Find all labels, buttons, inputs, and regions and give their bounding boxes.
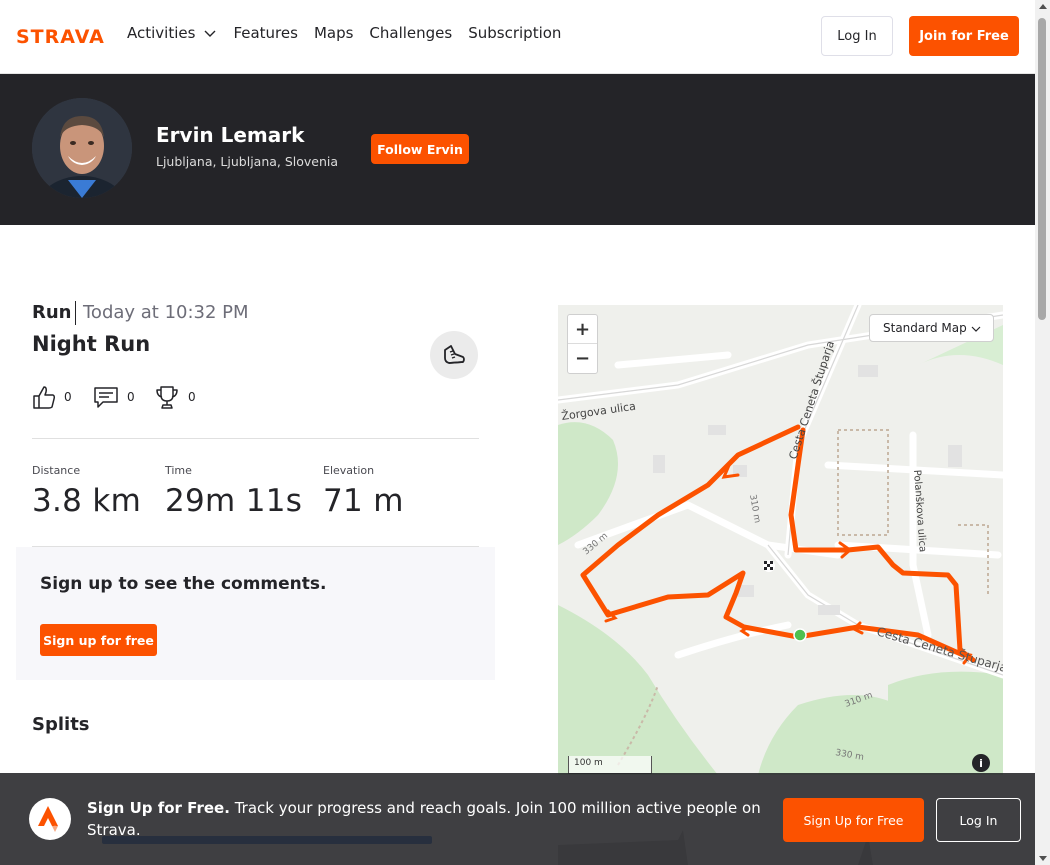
top-navigation: STRAVA Activities Features Maps Challeng… bbox=[0, 0, 1035, 74]
signup-banner: Sign Up for Free. Track your progress an… bbox=[0, 773, 1035, 865]
stat-value: 71 m bbox=[323, 483, 404, 519]
nav-features[interactable]: Features bbox=[233, 24, 298, 42]
banner-login-button[interactable]: Log In bbox=[936, 798, 1021, 842]
trophy-icon bbox=[156, 386, 178, 409]
svg-text:Žorgova ulica: Žorgova ulica bbox=[561, 400, 637, 423]
map-scale: 100 m bbox=[568, 756, 652, 774]
stat-value: 3.8 km bbox=[32, 483, 142, 519]
nav-activities-label: Activities bbox=[127, 24, 196, 42]
strava-app-icon bbox=[29, 798, 71, 840]
comments-button[interactable]: 0 bbox=[93, 384, 135, 410]
kudos-button[interactable]: 0 bbox=[32, 384, 72, 410]
svg-text:310 m: 310 m bbox=[747, 494, 762, 524]
comment-icon bbox=[94, 387, 118, 408]
comments-signup-title: Sign up to see the comments. bbox=[40, 574, 327, 594]
achievements-count: 0 bbox=[188, 390, 196, 404]
kudos-count: 0 bbox=[64, 390, 72, 404]
stat-value: 29m 11s bbox=[165, 483, 303, 519]
svg-text:Cesta Ceneta Štuparja: Cesta Ceneta Štuparja bbox=[786, 339, 837, 461]
divider bbox=[32, 438, 479, 439]
chevron-down-icon bbox=[971, 326, 981, 332]
divider bbox=[75, 301, 76, 325]
nav-activities[interactable]: Activities bbox=[127, 24, 217, 42]
athlete-location: Ljubljana, Ljubljana, Slovenia bbox=[156, 154, 339, 169]
nav-features-label: Features bbox=[233, 24, 298, 42]
svg-text:STRAVA: STRAVA bbox=[16, 26, 105, 46]
svg-text:Cesta Ceneta Štuparja: Cesta Ceneta Štuparja bbox=[875, 623, 1003, 675]
map-canvas: Cesta Ceneta Štuparja Žorgova ulica Pola… bbox=[558, 305, 1003, 775]
map-type-select[interactable]: Standard Map bbox=[869, 314, 994, 342]
comments-signup-panel: Sign up to see the comments. Sign up for… bbox=[16, 547, 495, 680]
banner-signup-button[interactable]: Sign Up for Free bbox=[783, 798, 924, 842]
follow-button[interactable]: Follow Ervin bbox=[371, 134, 469, 164]
zoom-controls: + − bbox=[567, 314, 598, 374]
achievements-button[interactable]: 0 bbox=[154, 384, 196, 410]
comments-signup-button[interactable]: Sign up for free bbox=[40, 624, 157, 656]
login-button[interactable]: Log In bbox=[821, 16, 893, 56]
nav-challenges-label: Challenges bbox=[369, 24, 453, 42]
splits-heading: Splits bbox=[32, 714, 90, 735]
athlete-avatar[interactable] bbox=[32, 98, 132, 198]
main-nav: Activities Features Maps Challenges Subs… bbox=[127, 24, 577, 42]
thumbs-up-icon bbox=[33, 386, 56, 409]
banner-message: Sign Up for Free. Track your progress an… bbox=[87, 797, 767, 841]
shoe-icon bbox=[444, 345, 465, 364]
activity-time: Today at 10:32 PM bbox=[83, 302, 249, 323]
athlete-header: Ervin Lemark Ljubljana, Ljubljana, Slove… bbox=[0, 74, 1035, 225]
nav-challenges[interactable]: Challenges bbox=[369, 24, 452, 42]
stat-time: Time 29m 11s bbox=[165, 464, 302, 519]
stat-elevation: Elevation 71 m bbox=[323, 464, 404, 519]
shoe-gear-button[interactable] bbox=[430, 331, 478, 379]
athlete-name[interactable]: Ervin Lemark bbox=[156, 123, 304, 147]
zoom-out-button[interactable]: − bbox=[568, 344, 597, 373]
activity-title: Night Run bbox=[32, 332, 151, 356]
scroll-down-arrow-icon[interactable] bbox=[1039, 856, 1047, 861]
stat-label: Distance bbox=[32, 464, 81, 477]
info-icon[interactable]: i bbox=[972, 754, 990, 772]
banner-headline: Sign Up for Free. bbox=[87, 799, 230, 817]
stat-label: Time bbox=[165, 464, 192, 477]
nav-maps[interactable]: Maps bbox=[314, 24, 353, 42]
zoom-in-button[interactable]: + bbox=[568, 315, 597, 344]
stat-label: Elevation bbox=[323, 464, 375, 477]
nav-subscription-label: Subscription bbox=[468, 24, 562, 42]
strava-logo[interactable]: STRAVA bbox=[16, 26, 111, 46]
join-for-free-button[interactable]: Join for Free bbox=[909, 16, 1019, 56]
scroll-thumb[interactable] bbox=[1038, 18, 1046, 320]
map-type-label: Standard Map bbox=[883, 321, 967, 335]
chevron-down-icon bbox=[204, 30, 216, 37]
vertical-scrollbar[interactable] bbox=[1035, 0, 1050, 865]
route-map[interactable]: Cesta Ceneta Štuparja Žorgova ulica Pola… bbox=[558, 305, 1003, 775]
nav-maps-label: Maps bbox=[313, 24, 354, 42]
nav-subscription[interactable]: Subscription bbox=[468, 24, 561, 42]
activity-type: Run bbox=[32, 302, 72, 323]
stat-distance: Distance 3.8 km bbox=[32, 464, 141, 519]
comments-count: 0 bbox=[127, 390, 135, 404]
scroll-up-arrow-icon[interactable] bbox=[1039, 4, 1047, 9]
